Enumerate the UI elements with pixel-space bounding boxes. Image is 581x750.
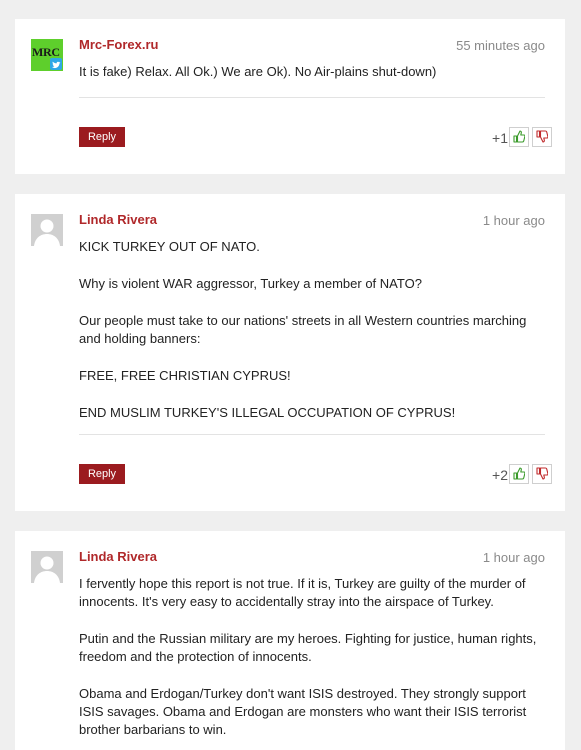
upvote-button[interactable] [509,464,529,484]
comment-card: Linda Rivera 1 hour ago KICK TURKEY OUT … [15,194,565,511]
comment-paragraph: I fervently hope this report is not true… [79,576,526,609]
comment-author[interactable]: Linda Rivera [79,549,157,564]
comment-paragraph: FREE, FREE CHRISTIAN CYPRUS! [79,368,291,383]
downvote-button[interactable] [532,127,552,147]
comment-body: KICK TURKEY OUT OF NATO. Why is violent … [79,238,549,441]
thumbs-up-icon [513,130,525,143]
comment-card: MRC Mrc-Forex.ru 55 minutes ago It is fa… [15,19,565,174]
reply-button[interactable]: Reply [79,127,125,147]
comment-card: Linda Rivera 1 hour ago I fervently hope… [15,531,565,750]
comment-paragraph: KICK TURKEY OUT OF NATO. [79,239,260,254]
comment-paragraph: Why is violent WAR aggressor, Turkey a m… [79,276,422,291]
comment-paragraph: It is fake) Relax. All Ok.) We are Ok). … [79,64,437,79]
comment-feed: MRC Mrc-Forex.ru 55 minutes ago It is fa… [0,0,581,750]
thumbs-down-icon [536,130,548,143]
avatar[interactable] [31,551,63,583]
divider [79,434,545,435]
comment-paragraph: Putin and the Russian military are my he… [79,631,537,664]
comment-author[interactable]: Mrc-Forex.ru [79,37,158,52]
reply-button[interactable]: Reply [79,464,125,484]
comment-paragraph: Obama and Erdogan/Turkey don't want ISIS… [79,686,527,737]
downvote-button[interactable] [532,464,552,484]
vote-score: +2 [492,467,508,483]
divider [79,97,545,98]
comment-paragraph: Our people must take to our nations' str… [79,313,527,346]
comment-timestamp[interactable]: 1 hour ago [483,550,545,565]
comment-body: I fervently hope this report is not true… [79,575,549,750]
comment-timestamp[interactable]: 1 hour ago [483,213,545,228]
comment-timestamp[interactable]: 55 minutes ago [456,38,545,53]
thumbs-down-icon [536,467,548,480]
thumbs-up-icon [513,467,525,480]
vote-score: +1 [492,130,508,146]
avatar[interactable]: MRC [31,39,63,71]
avatar[interactable] [31,214,63,246]
comment-body: It is fake) Relax. All Ok.) We are Ok). … [79,63,549,100]
comment-paragraph: END MUSLIM TURKEY'S ILLEGAL OCCUPATION O… [79,405,456,420]
comment-author[interactable]: Linda Rivera [79,212,157,227]
upvote-button[interactable] [509,127,529,147]
default-user-icon [31,551,63,583]
twitter-icon [50,58,62,70]
default-user-icon [31,214,63,246]
